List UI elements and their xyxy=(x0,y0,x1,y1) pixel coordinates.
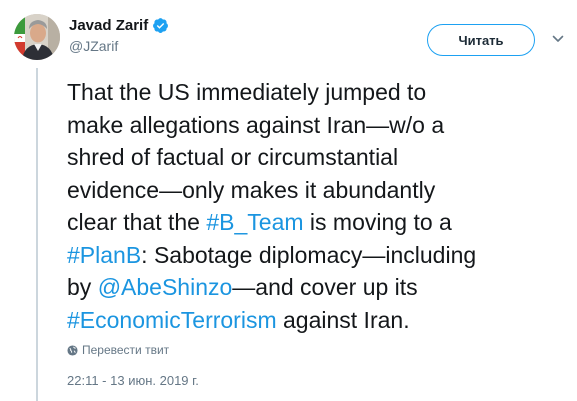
tweet-text-line: evidence—only makes it abundantly xyxy=(67,174,567,207)
mention-link[interactable]: @AbeShinzo xyxy=(98,274,233,300)
avatar-image xyxy=(14,14,60,60)
tweet-text-segment: : Sabotage diplomacy—including xyxy=(141,241,477,268)
tweet-text-line: shred of factual or circumstantial xyxy=(67,141,567,174)
tweet-text-segment: make allegations against Iran—w/o a xyxy=(67,111,445,138)
tweet-text-line: #PlanB: Sabotage diplomacy—including xyxy=(67,239,567,272)
tweet-text-segment: against Iran. xyxy=(276,306,410,333)
tweet-text-segment: shred of factual or circumstantial xyxy=(67,144,399,170)
chevron-down-icon[interactable] xyxy=(551,32,565,46)
translate-tweet-link[interactable]: Перевести твит xyxy=(67,343,169,357)
display-name[interactable]: Javad Zarif xyxy=(69,17,148,34)
tweet-text-line: clear that the #B_Team is moving to a xyxy=(67,206,567,239)
tweet-text-segment: is moving to a xyxy=(303,209,452,235)
tweet-text-segment: by xyxy=(67,274,98,300)
globe-icon xyxy=(67,344,78,356)
tweet-text-line: by @AbeShinzo—and cover up its xyxy=(67,271,567,304)
tweet-text-segment: evidence—only makes it abundantly xyxy=(67,176,436,203)
translate-tweet-label: Перевести твит xyxy=(82,343,170,357)
author-block: Javad Zarif @JZarif xyxy=(69,15,169,54)
hashtag-link[interactable]: #PlanB xyxy=(67,242,141,268)
hashtag-link[interactable]: #B_Team xyxy=(206,209,303,235)
tweet-text: That the US immediately jumped to make al… xyxy=(67,76,567,336)
tweet-text-line: #EconomicTerrorism against Iran. xyxy=(67,304,567,337)
user-handle[interactable]: @JZarif xyxy=(69,38,169,54)
verified-badge-icon xyxy=(152,17,169,34)
tweet-card: Javad Zarif @JZarif Читать That the US i… xyxy=(0,0,577,401)
tweet-text-segment: —and cover up its xyxy=(232,274,418,300)
tweet-timestamp[interactable]: 22:11 - 13 июн. 2019 г. xyxy=(67,373,199,388)
tweet-text-segment: clear that the xyxy=(67,209,207,235)
tweet-text-line: make allegations against Iran—w/o a xyxy=(67,109,567,142)
avatar[interactable] xyxy=(14,14,60,60)
tweet-text-segment: That the US immediately jumped to xyxy=(67,79,427,105)
tweet-text-line: That the US immediately jumped to xyxy=(67,76,567,109)
follow-button[interactable]: Читать xyxy=(427,24,535,56)
display-name-row: Javad Zarif xyxy=(69,15,169,35)
thread-line xyxy=(36,68,38,401)
hashtag-link[interactable]: #EconomicTerrorism xyxy=(67,307,277,333)
